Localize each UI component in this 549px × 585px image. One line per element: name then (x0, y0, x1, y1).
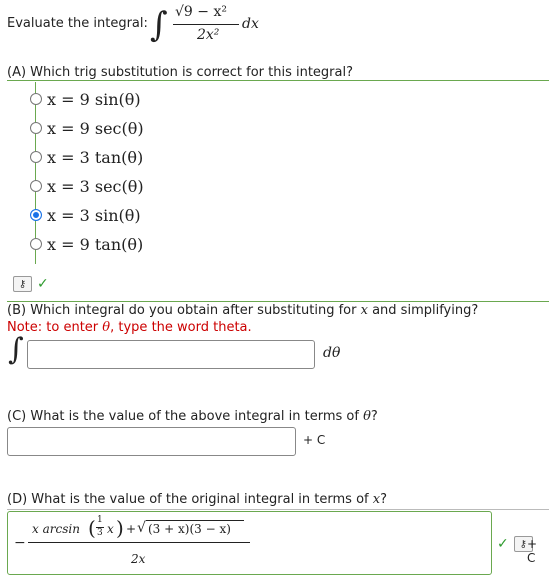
fraction-bar (173, 24, 239, 25)
radio-button[interactable] (30, 180, 42, 192)
partB-answer-input[interactable] (27, 340, 315, 369)
answer-denominator: 2x (131, 552, 146, 566)
sqrt-bar (146, 520, 244, 521)
radio-button[interactable] (30, 93, 42, 105)
partD-question: (D) What is the value of the original in… (7, 492, 387, 507)
choice-label: x = 3 tan(θ) (47, 147, 144, 167)
choice-label: x = 3 sin(θ) (47, 205, 141, 225)
plus-c-label: + C (303, 433, 326, 447)
partC-question: (C) What is the value of the above integ… (7, 409, 378, 424)
radio-button[interactable] (30, 122, 42, 134)
partC-answer-input[interactable] (7, 427, 296, 456)
sqrt-content: (3 + x)(3 − x) (148, 522, 231, 536)
choice-label: x = 9 sec(θ) (47, 118, 144, 138)
answer-numer-a: x arcsin (32, 522, 80, 536)
choice-label: x = 9 sin(θ) (47, 89, 141, 109)
partD-divider (7, 509, 549, 510)
dx: dx (242, 16, 259, 32)
choice-option[interactable]: x = 3 tan(θ) (30, 145, 143, 169)
choice-option[interactable]: x = 9 sec(θ) (30, 116, 144, 140)
answer-x: x (107, 522, 114, 536)
sqrt-sign: √ (137, 520, 146, 536)
integral-sign: ∫ (150, 5, 168, 45)
integrand-denominator: 2x² (197, 27, 220, 43)
paren-open: ( (88, 516, 96, 540)
radio-button[interactable] (30, 151, 42, 163)
plus-sign: + (126, 522, 137, 536)
integral-sign: ∫ (8, 332, 24, 367)
radio-button[interactable] (30, 209, 42, 221)
partA-status-row: ⚷ ✓ (13, 276, 49, 292)
minus-sign: − (14, 535, 26, 551)
choice-option[interactable]: x = 3 sin(θ) (30, 203, 141, 227)
choice-option[interactable]: x = 9 sin(θ) (30, 87, 141, 111)
prompt-text: Evaluate the integral: (7, 16, 148, 31)
partB-note: Note: to enter θ, type the word theta. (7, 320, 252, 335)
dtheta-label: dθ (323, 345, 341, 361)
frac-denom: 3 (97, 528, 103, 538)
partB-question: (B) Which integral do you obtain after s… (7, 303, 479, 318)
choice-option[interactable]: x = 9 tan(θ) (30, 232, 143, 256)
check-icon: ✓ (37, 276, 49, 292)
choice-label: x = 9 tan(θ) (47, 234, 144, 254)
choice-option[interactable]: x = 3 sec(θ) (30, 174, 144, 198)
plus-c-label: + C (527, 537, 538, 565)
integral-expression: ∫ √9 − x² dx 2x² (150, 2, 270, 50)
radio-button[interactable] (30, 238, 42, 250)
paren-close: ) (116, 516, 124, 540)
choice-label: x = 3 sec(θ) (47, 176, 144, 196)
partA-question: (A) Which trig substitution is correct f… (7, 65, 353, 80)
key-icon[interactable]: ⚷ (13, 276, 32, 292)
check-icon: ✓ (497, 536, 509, 552)
frac-numer: 1 (97, 515, 103, 525)
integrand-numerator: √9 − x² (175, 4, 227, 20)
answer-fraction-bar (28, 542, 250, 543)
partA-divider (7, 80, 549, 81)
partD-answer-box[interactable]: − x arcsin ( 1 3 x ) + √ (3 + x)(3 − x) … (7, 511, 492, 575)
